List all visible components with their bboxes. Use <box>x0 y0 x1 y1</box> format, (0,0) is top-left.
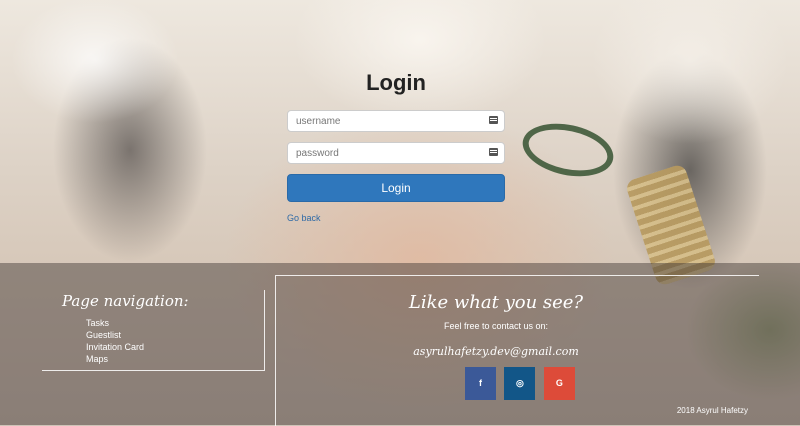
nav-item-invitation-card[interactable]: Invitation Card <box>86 341 144 353</box>
page-navigation-title: Page navigation: <box>62 292 189 310</box>
username-input[interactable] <box>288 112 476 131</box>
page-navigation-list: Tasks Guestlist Invitation Card Maps <box>86 317 144 365</box>
go-back-link[interactable]: Go back <box>287 213 321 223</box>
login-form: Login Login Go back <box>287 70 505 226</box>
social-links: f ◎ G <box>465 367 579 400</box>
page-navigation: Page navigation: Tasks Guestlist Invitat… <box>42 290 265 371</box>
instagram-icon[interactable]: ◎ <box>504 367 536 400</box>
facebook-icon[interactable]: f <box>465 367 496 400</box>
keyboard-icon <box>489 148 498 156</box>
nav-item-tasks[interactable]: Tasks <box>86 317 144 329</box>
login-title: Login <box>366 70 426 95</box>
nav-item-maps[interactable]: Maps <box>86 353 144 365</box>
google-plus-icon[interactable]: G <box>543 367 575 400</box>
contact-section: Like what you see? Feel free to contact … <box>275 275 759 426</box>
login-button[interactable]: Login <box>287 174 505 202</box>
username-field <box>287 110 505 132</box>
copyright-text: 2018 Asyrul Hafetzy <box>676 406 748 415</box>
contact-email: asyrulhafetzy.dev@gmail.com <box>413 345 579 358</box>
nav-item-guestlist[interactable]: Guestlist <box>86 329 144 341</box>
keyboard-icon <box>489 116 498 124</box>
password-input[interactable] <box>288 144 476 163</box>
contact-title: Like what you see? <box>408 292 584 313</box>
password-field <box>287 142 505 164</box>
footer: Page navigation: Tasks Guestlist Invitat… <box>0 263 800 426</box>
contact-subtitle: Feel free to contact us on: <box>443 321 549 331</box>
